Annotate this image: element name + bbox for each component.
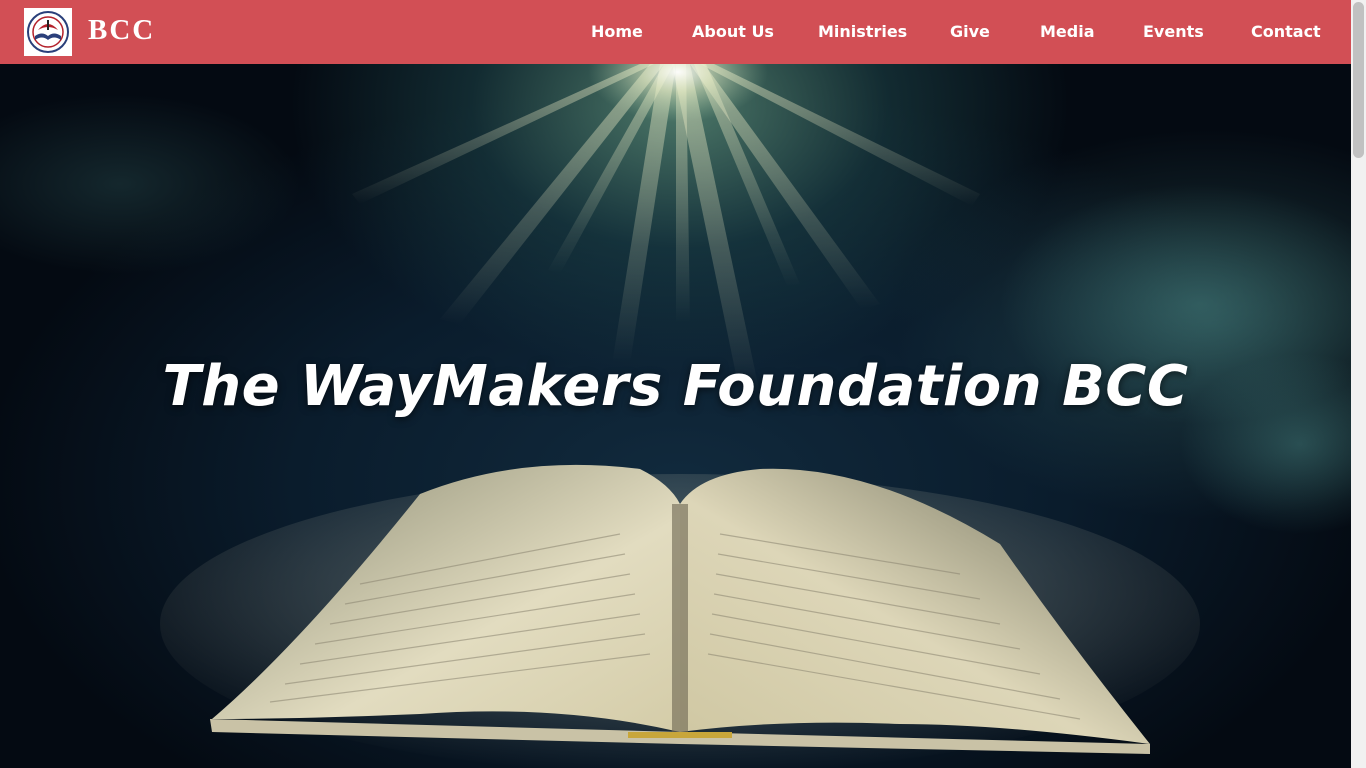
- site-header: BCC Home About Us Ministries Give Media …: [0, 0, 1351, 64]
- nav-events[interactable]: Events: [1143, 22, 1204, 41]
- hero-section: The WayMakers Foundation BCC: [0, 64, 1351, 768]
- church-bible-logo-icon: [27, 11, 69, 53]
- site-logo[interactable]: [24, 8, 72, 56]
- nav-give[interactable]: Give: [950, 22, 990, 41]
- open-bible-image: [160, 464, 1200, 768]
- nav-contact[interactable]: Contact: [1251, 22, 1321, 41]
- page-scrollbar[interactable]: [1351, 0, 1366, 768]
- nav-media[interactable]: Media: [1040, 22, 1095, 41]
- nav-about-us[interactable]: About Us: [692, 22, 774, 41]
- site-brand[interactable]: BCC: [88, 14, 155, 47]
- nav-ministries[interactable]: Ministries: [818, 22, 907, 41]
- scrollbar-thumb[interactable]: [1353, 2, 1364, 158]
- nav-home[interactable]: Home: [591, 22, 643, 41]
